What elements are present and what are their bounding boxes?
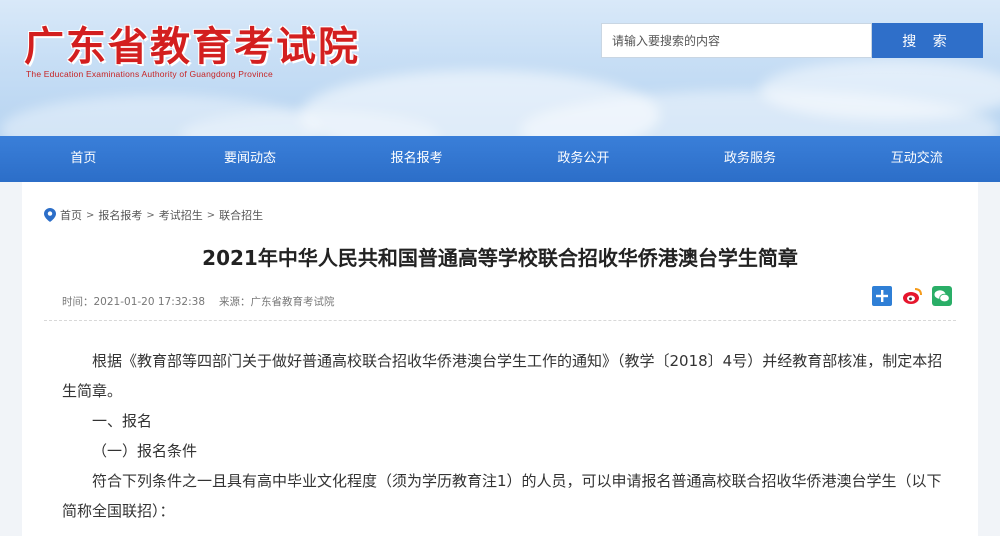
paragraph: 根据《教育部等四部门关于做好普通高校联合招收华侨港澳台学生工作的通知》（教学〔2… xyxy=(62,352,943,400)
site-subtitle: The Education Examinations Authority of … xyxy=(26,69,273,79)
plus-share-icon[interactable] xyxy=(872,286,892,306)
weibo-icon[interactable] xyxy=(902,286,922,306)
publish-time: 时间：2021-01-20 17:32:38 xyxy=(62,296,206,308)
paragraph: 符合下列条件之一且具有高中毕业文化程度（须为学历教育注1）的人员，可以申请报名普… xyxy=(62,472,942,520)
breadcrumb-item-registration[interactable]: 报名报考 xyxy=(98,207,142,223)
breadcrumb-separator-icon: > xyxy=(206,209,216,221)
search-input[interactable] xyxy=(601,23,872,58)
article-title: 2021年中华人民共和国普通高等学校联合招收华侨港澳台学生简章 xyxy=(202,246,798,270)
share-bar xyxy=(872,286,952,306)
nav-item-government-affairs[interactable]: 政务公开 xyxy=(500,136,667,182)
main-nav: 首页 要闻动态 报名报考 政务公开 政务服务 互动交流 xyxy=(0,136,1000,182)
breadcrumb-item-home[interactable]: 首页 xyxy=(60,207,82,223)
search-button[interactable]: 搜 索 xyxy=(872,23,983,58)
nav-item-home[interactable]: 首页 xyxy=(0,136,167,182)
site-title[interactable]: 广东省教育考试院 xyxy=(24,14,360,72)
nav-item-interaction[interactable]: 互动交流 xyxy=(833,136,1000,182)
breadcrumb-separator-icon: > xyxy=(86,209,95,221)
nav-item-government-services[interactable]: 政务服务 xyxy=(667,136,834,182)
article-source: 来源：广东省教育考试院 xyxy=(219,296,335,308)
breadcrumb-item-exams[interactable]: 考试招生 xyxy=(159,207,203,223)
section-heading: 一、报名 xyxy=(92,412,153,430)
header-banner: 广东省教育考试院 The Education Examinations Auth… xyxy=(0,0,1000,136)
wechat-icon[interactable] xyxy=(932,286,952,306)
location-pin-icon xyxy=(44,208,56,222)
article-meta: 时间：2021-01-20 17:32:38 来源：广东省教育考试院 xyxy=(62,294,335,309)
article-card: 首页 > 报名报考 > 考试招生 > 联合招生 2021年中华人民共和国普通高等… xyxy=(22,182,978,536)
subsection-heading: （一）报名条件 xyxy=(92,442,198,460)
article-body: 根据《教育部等四部门关于做好普通高校联合招收华侨港澳台学生工作的通知》（教学〔2… xyxy=(62,346,952,526)
breadcrumb-separator-icon: > xyxy=(146,209,155,221)
nav-item-registration[interactable]: 报名报考 xyxy=(333,136,500,182)
breadcrumb-item-joint-admission[interactable]: 联合招生 xyxy=(219,207,263,223)
divider xyxy=(44,320,956,321)
breadcrumb: 首页 > 报名报考 > 考试招生 > 联合招生 xyxy=(44,206,263,224)
nav-item-news[interactable]: 要闻动态 xyxy=(167,136,334,182)
